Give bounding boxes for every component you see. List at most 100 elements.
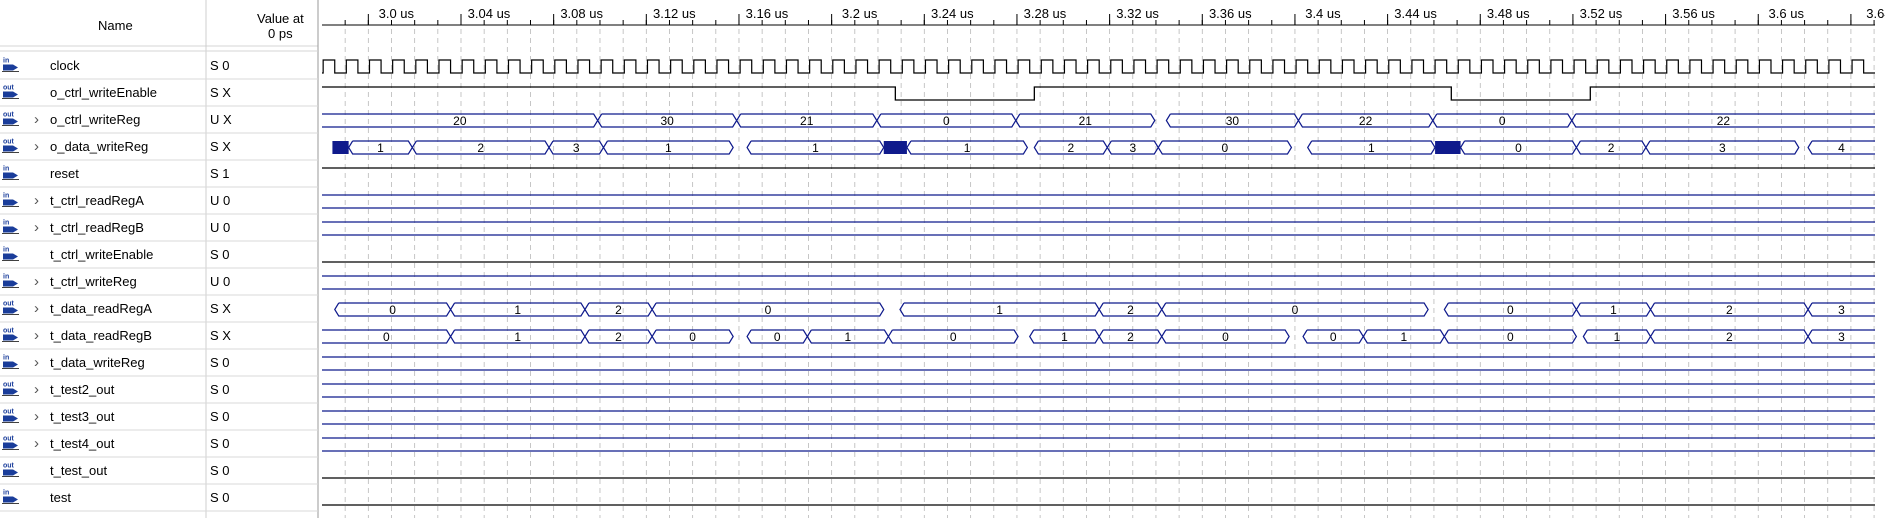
bus-value-label: 30 bbox=[660, 114, 674, 128]
bus-value-label: 1 bbox=[377, 141, 384, 155]
signal-name[interactable]: t_ctrl_writeEnable bbox=[50, 247, 153, 262]
port-arrow bbox=[13, 415, 18, 422]
bus-value-label: 1 bbox=[845, 330, 852, 344]
signal-name[interactable]: o_data_writeReg bbox=[50, 139, 148, 154]
port-arrow bbox=[13, 496, 18, 503]
signal-name[interactable]: t_test3_out bbox=[50, 409, 115, 424]
port-arrow bbox=[13, 199, 18, 206]
bus-value-label: 1 bbox=[514, 303, 521, 317]
signal-value: S X bbox=[210, 301, 231, 316]
glitch-block bbox=[332, 141, 349, 154]
port-direction-label: out bbox=[3, 85, 15, 92]
signal-name[interactable]: t_data_readRegA bbox=[50, 301, 152, 316]
port-body bbox=[3, 334, 13, 341]
signal-value: S 0 bbox=[210, 490, 230, 505]
expand-chevron-icon[interactable]: › bbox=[34, 327, 39, 344]
signal-row-o_ctrl_writeEnable[interactable]: out o_ctrl_writeEnable S X bbox=[0, 85, 1875, 107]
port-arrow bbox=[13, 91, 18, 98]
bus-value-label: 0 bbox=[774, 330, 781, 344]
time-axis: 3.0 us 3.04 us 3.08 us 3.12 us 3.16 us 3.2 us… bbox=[322, 6, 1885, 26]
output-port-icon: out bbox=[2, 463, 19, 477]
signal-name[interactable]: t_test2_out bbox=[50, 382, 115, 397]
signal-name[interactable]: t_data_readRegB bbox=[50, 328, 152, 343]
signal-value: S 0 bbox=[210, 463, 230, 478]
port-body bbox=[3, 91, 13, 98]
signal-name[interactable]: o_ctrl_writeEnable bbox=[50, 85, 157, 100]
expand-chevron-icon[interactable]: › bbox=[34, 273, 39, 290]
port-body bbox=[3, 253, 13, 260]
port-arrow bbox=[13, 334, 18, 341]
signal-row-test[interactable]: in test S 0 bbox=[0, 490, 1875, 512]
time-tick-label: 3.64 bbox=[1866, 6, 1885, 21]
signal-row-t_data_readRegA[interactable]: out › t_data_readRegA S X 0 1 2 0 1 2 0 0 1 2 3 bbox=[0, 300, 1875, 323]
expand-chevron-icon[interactable]: › bbox=[34, 111, 39, 128]
signal-row-t_ctrl_readRegB[interactable]: in › t_ctrl_readRegB U 0 bbox=[0, 219, 1875, 242]
signal-row-o_data_writeReg[interactable]: out › o_data_writeReg S X 1 2 3 1 1 1 2 3 0 1 0 2 3 4 bbox=[0, 138, 1875, 161]
expand-chevron-icon[interactable]: › bbox=[34, 435, 39, 452]
bus-value-label: 2 bbox=[477, 141, 484, 155]
bus-value-label: 3 bbox=[1838, 303, 1845, 317]
input-port-icon: in bbox=[2, 58, 19, 72]
bus-value-label: 4 bbox=[1838, 141, 1845, 155]
expand-chevron-icon[interactable]: › bbox=[34, 192, 39, 209]
port-direction-label: out bbox=[3, 436, 15, 443]
signal-name[interactable]: t_ctrl_readRegA bbox=[50, 193, 144, 208]
time-tick-label: 3.04 us bbox=[468, 6, 511, 21]
column-header: Name Value at0 ps bbox=[0, 0, 318, 47]
signal-row-t_ctrl_readRegA[interactable]: in › t_ctrl_readRegA U 0 bbox=[0, 192, 1875, 215]
port-direction-label: out bbox=[3, 409, 15, 416]
input-port-icon: in bbox=[2, 490, 19, 504]
bus-value-label: 1 bbox=[665, 141, 672, 155]
port-arrow bbox=[13, 64, 18, 71]
signal-name[interactable]: t_ctrl_readRegB bbox=[50, 220, 144, 235]
signal-name[interactable]: t_test4_out bbox=[50, 436, 115, 451]
signal-name[interactable]: reset bbox=[50, 166, 79, 181]
expand-chevron-icon[interactable]: › bbox=[34, 354, 39, 371]
bus-value-label: 2 bbox=[615, 303, 622, 317]
port-body bbox=[3, 226, 13, 233]
expand-chevron-icon[interactable]: › bbox=[34, 408, 39, 425]
port-body bbox=[3, 388, 13, 395]
signal-name[interactable]: t_data_writeReg bbox=[50, 355, 145, 370]
input-port-icon: in bbox=[2, 193, 19, 207]
signal-name[interactable]: clock bbox=[50, 58, 80, 73]
waveform-viewer: Name Value at0 ps 3.0 us 3.04 us 3.08 us 3.12… bbox=[0, 0, 1885, 518]
signal-row-reset[interactable]: in reset S 1 bbox=[0, 166, 1875, 188]
expand-chevron-icon[interactable]: › bbox=[34, 219, 39, 236]
expand-chevron-icon[interactable]: › bbox=[34, 138, 39, 155]
input-port-icon: in bbox=[2, 355, 19, 369]
time-tick-label: 3.16 us bbox=[746, 6, 789, 21]
bus-value-label: 0 bbox=[383, 330, 390, 344]
signal-name[interactable]: o_ctrl_writeReg bbox=[50, 112, 140, 127]
signal-row-clock[interactable]: in clock S 0 bbox=[0, 58, 1875, 80]
bus-value-label: 1 bbox=[1368, 141, 1375, 155]
signal-name[interactable]: test bbox=[50, 490, 71, 505]
bus-value-label: 21 bbox=[1079, 114, 1093, 128]
value-column-header[interactable]: Value at bbox=[257, 11, 304, 26]
signal-name[interactable]: t_ctrl_writeReg bbox=[50, 274, 137, 289]
signal-row-t_test3_out[interactable]: out › t_test3_out S 0 bbox=[0, 408, 1875, 431]
signal-row-t_ctrl_writeReg[interactable]: in › t_ctrl_writeReg U 0 bbox=[0, 273, 1875, 296]
port-arrow bbox=[13, 469, 18, 476]
signal-row-o_ctrl_writeReg[interactable]: out › o_ctrl_writeReg U X 20 30 21 0 21 30 22 0 22 bbox=[0, 111, 1875, 134]
bus-value-label: 2 bbox=[1726, 330, 1733, 344]
name-column-header[interactable]: Name bbox=[98, 18, 133, 33]
signal-row-t_data_readRegB[interactable]: out › t_data_readRegB S X 0 1 2 0 0 1 0 1 2 0 0 1 0 1 2 3 bbox=[0, 327, 1875, 350]
port-direction-label: in bbox=[3, 355, 9, 362]
time-tick-label: 3.36 us bbox=[1209, 6, 1252, 21]
signal-row-t_test4_out[interactable]: out › t_test4_out S 0 bbox=[0, 435, 1875, 458]
signal-row-t_test2_out[interactable]: out › t_test2_out S 0 bbox=[0, 381, 1875, 404]
signal-row-t_ctrl_writeEnable[interactable]: in t_ctrl_writeEnable S 0 bbox=[0, 247, 1875, 269]
time-tick-label: 3.32 us bbox=[1116, 6, 1159, 21]
input-port-icon: in bbox=[2, 247, 19, 261]
expand-chevron-icon[interactable]: › bbox=[34, 300, 39, 317]
bus-value-label: 1 bbox=[996, 303, 1003, 317]
signal-row-t_test_out[interactable]: out t_test_out S 0 bbox=[0, 463, 1875, 485]
port-direction-label: in bbox=[3, 166, 9, 173]
time-tick-label: 3.48 us bbox=[1487, 6, 1530, 21]
bus-value-label: 1 bbox=[812, 141, 819, 155]
signal-row-t_data_writeReg[interactable]: in › t_data_writeReg S 0 bbox=[0, 354, 1875, 377]
signal-value: U X bbox=[210, 112, 232, 127]
signal-name[interactable]: t_test_out bbox=[50, 463, 107, 478]
expand-chevron-icon[interactable]: › bbox=[34, 381, 39, 398]
